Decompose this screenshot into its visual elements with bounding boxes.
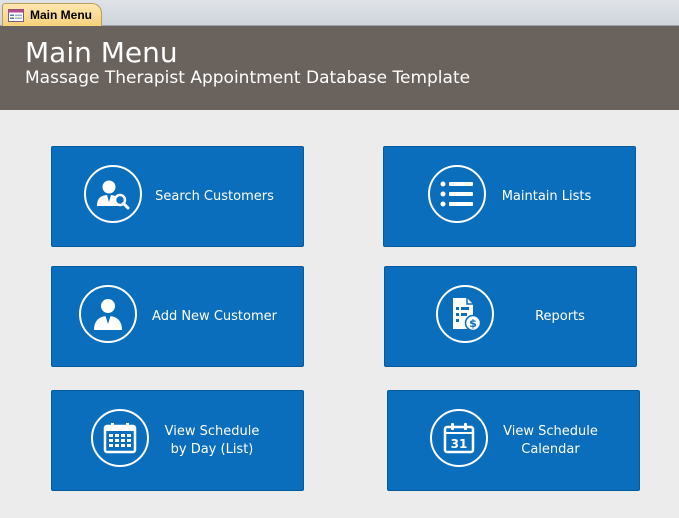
main-menu-tab[interactable]: Main Menu [2, 3, 102, 26]
calendar-31-icon: 31 [430, 409, 488, 467]
person-icon [79, 285, 137, 343]
view-schedule-by-day-label: View Schedule by Day (List) [164, 423, 260, 457]
svg-text:31: 31 [451, 437, 468, 451]
add-new-customer-label: Add New Customer [152, 308, 277, 324]
page-subtitle: Massage Therapist Appointment Database T… [25, 68, 471, 88]
main-menu-tab-label: Main Menu [30, 8, 92, 22]
form-header: Main Menu Massage Therapist Appointment … [0, 26, 679, 110]
customer-search-icon [84, 165, 142, 223]
page-title: Main Menu [25, 36, 178, 69]
view-schedule-calendar-label: View Schedule Calendar [503, 423, 598, 457]
search-customers-label: Search Customers [155, 188, 274, 204]
maintain-lists-button[interactable]: Maintain Lists [383, 146, 636, 247]
view-schedule-calendar-button[interactable]: 31 View Schedule Calendar [387, 390, 640, 491]
reports-label: Reports [535, 308, 585, 324]
search-customers-button[interactable]: Search Customers [51, 146, 304, 247]
reports-button[interactable]: $ Reports [384, 266, 637, 367]
view-schedule-by-day-button[interactable]: View Schedule by Day (List) [51, 390, 304, 491]
document-tab-strip: Main Menu [0, 0, 679, 26]
report-dollar-icon: $ [436, 285, 494, 343]
calendar-grid-icon [91, 409, 149, 467]
maintain-lists-label: Maintain Lists [501, 188, 592, 204]
add-new-customer-button[interactable]: Add New Customer [51, 266, 304, 367]
form-icon [8, 9, 24, 25]
list-icon [428, 165, 486, 223]
svg-text:$: $ [469, 317, 477, 330]
